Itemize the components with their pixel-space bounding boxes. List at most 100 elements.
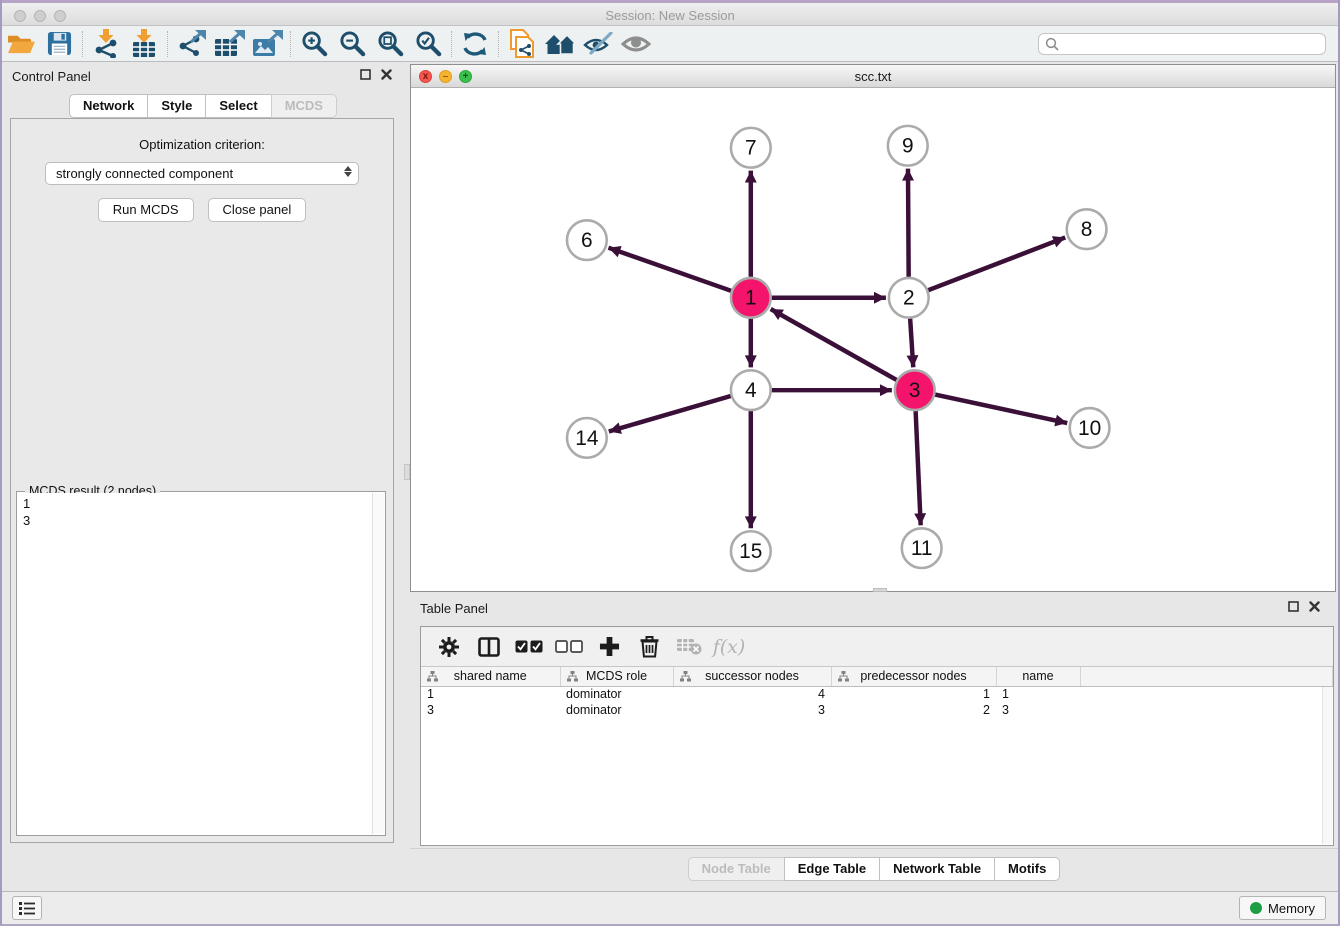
edge-2-9[interactable] — [908, 169, 909, 277]
network-canvas[interactable]: 7 9 6 8 1 2 4 3 14 10 15 11 — [411, 89, 1335, 591]
select-all-icon[interactable] — [511, 631, 547, 663]
tab-network-table[interactable]: Network Table — [879, 857, 995, 881]
column-header-label: MCDS role — [586, 669, 647, 683]
close-panel-icon[interactable] — [381, 69, 392, 80]
graph-node-7[interactable]: 7 — [731, 128, 771, 168]
table-close-panel-icon[interactable] — [1309, 601, 1320, 612]
deselect-all-icon[interactable] — [551, 631, 587, 663]
table-row[interactable]: 1dominator411 — [421, 686, 1333, 702]
node-label: 10 — [1078, 417, 1101, 440]
network-graph: 7 9 6 8 1 2 4 3 14 10 15 11 — [411, 89, 1335, 591]
mcds-panel-body: Optimization criterion: strongly connect… — [10, 118, 394, 843]
column-header-label: shared name — [454, 669, 527, 683]
column-header-name[interactable]: name — [996, 667, 1080, 686]
node-table-block: f(x) shared name MCDS role successor nodes… — [420, 626, 1334, 846]
table-settings-icon[interactable] — [431, 631, 467, 663]
table-panel-title: Table Panel — [420, 601, 488, 616]
tab-select[interactable]: Select — [205, 94, 271, 118]
float-panel-icon[interactable] — [360, 69, 371, 80]
graph-node-9[interactable]: 9 — [888, 126, 928, 166]
show-eye-icon[interactable] — [617, 28, 655, 60]
export-table-icon[interactable] — [210, 28, 248, 60]
graph-node-2[interactable]: 2 — [889, 278, 929, 318]
tab-network[interactable]: Network — [69, 94, 148, 118]
graph-node-11[interactable]: 11 — [902, 528, 942, 568]
network-window-resize-grip[interactable] — [873, 588, 887, 592]
edge-3-11[interactable] — [916, 411, 921, 525]
zoom-in-icon[interactable] — [295, 28, 333, 60]
node-label: 4 — [745, 379, 757, 402]
close-panel-button[interactable]: Close panel — [208, 198, 307, 222]
edge-2-3[interactable] — [910, 319, 913, 368]
criterion-select[interactable]: strongly connected component — [45, 162, 359, 185]
graph-node-4[interactable]: 4 — [731, 370, 771, 410]
function-builder-icon[interactable]: f(x) — [711, 631, 747, 663]
cell-successor-nodes: 4 — [673, 686, 831, 702]
node-table: shared name MCDS role successor nodesprede… — [421, 667, 1333, 718]
edge-3-10[interactable] — [935, 395, 1067, 424]
network-file-icon[interactable] — [503, 28, 541, 60]
table-row[interactable]: 3dominator323 — [421, 702, 1333, 718]
mcds-result-list[interactable]: 1 3 — [18, 493, 372, 834]
node-label: 15 — [739, 540, 762, 563]
tab-edge-table[interactable]: Edge Table — [784, 857, 880, 881]
table-scrollbar[interactable] — [1322, 687, 1332, 844]
control-panel-tabs: Network Style Select MCDS — [69, 94, 337, 118]
table-toolbar: f(x) — [421, 627, 1333, 667]
home-icon[interactable] — [541, 28, 579, 60]
tab-mcds[interactable]: MCDS — [271, 94, 337, 118]
control-panel-title: Control Panel — [12, 69, 91, 84]
node-label: 1 — [745, 287, 757, 310]
add-column-icon[interactable] — [591, 631, 627, 663]
tab-node-table[interactable]: Node Table — [688, 857, 785, 881]
graph-node-15[interactable]: 15 — [731, 531, 771, 571]
result-scrollbar[interactable] — [372, 493, 384, 834]
refresh-icon[interactable] — [456, 28, 494, 60]
split-columns-icon[interactable] — [471, 631, 507, 663]
open-folder-icon[interactable] — [2, 28, 40, 60]
graph-node-8[interactable]: 8 — [1067, 209, 1107, 249]
criterion-select-value: strongly connected component — [56, 166, 233, 181]
edge-2-8[interactable] — [928, 237, 1065, 290]
column-header-shared-name[interactable]: shared name — [421, 667, 560, 686]
save-icon[interactable] — [40, 28, 78, 60]
graph-node-3[interactable]: 3 — [895, 370, 935, 410]
cell-predecessor-nodes: 1 — [831, 686, 996, 702]
tab-style[interactable]: Style — [147, 94, 206, 118]
import-table-icon[interactable] — [125, 28, 163, 60]
network-window-title: scc.txt — [411, 69, 1335, 84]
cell-MCDS-role: dominator — [560, 702, 673, 718]
network-window-titlebar[interactable]: x – + scc.txt — [411, 65, 1335, 88]
export-image-icon[interactable] — [248, 28, 286, 60]
edge-3-1[interactable] — [771, 309, 897, 380]
export-network-icon[interactable] — [172, 28, 210, 60]
search-field[interactable] — [1038, 33, 1326, 55]
edge-1-6[interactable] — [608, 248, 731, 291]
delete-column-icon[interactable] — [631, 631, 667, 663]
zoom-out-icon[interactable] — [333, 28, 371, 60]
table-float-panel-icon[interactable] — [1288, 601, 1299, 612]
memory-button[interactable]: Memory — [1239, 896, 1326, 920]
cell-shared-name: 1 — [421, 686, 560, 702]
graph-node-6[interactable]: 6 — [567, 220, 607, 260]
cell-shared-name: 3 — [421, 702, 560, 718]
task-history-button[interactable] — [12, 896, 42, 920]
hide-eye-icon[interactable] — [579, 28, 617, 60]
tab-motifs[interactable]: Motifs — [994, 857, 1060, 881]
column-header-successor-nodes[interactable]: successor nodes — [673, 667, 831, 686]
column-header-predecessor-nodes[interactable]: predecessor nodes — [831, 667, 996, 686]
search-input[interactable] — [1059, 35, 1325, 53]
delete-table-icon[interactable] — [671, 631, 707, 663]
edge-4-14[interactable] — [609, 396, 731, 431]
graph-node-1[interactable]: 1 — [731, 278, 771, 318]
column-header-MCDS-role[interactable]: MCDS role — [560, 667, 673, 686]
node-label: 7 — [745, 137, 757, 160]
zoom-selected-icon[interactable] — [409, 28, 447, 60]
attribute-tree-icon — [567, 671, 578, 682]
graph-node-10[interactable]: 10 — [1070, 408, 1110, 448]
graph-node-14[interactable]: 14 — [567, 418, 607, 458]
import-network-icon[interactable] — [87, 28, 125, 60]
zoom-fit-icon[interactable] — [371, 28, 409, 60]
attribute-tree-icon — [427, 671, 438, 682]
run-mcds-button[interactable]: Run MCDS — [98, 198, 194, 222]
